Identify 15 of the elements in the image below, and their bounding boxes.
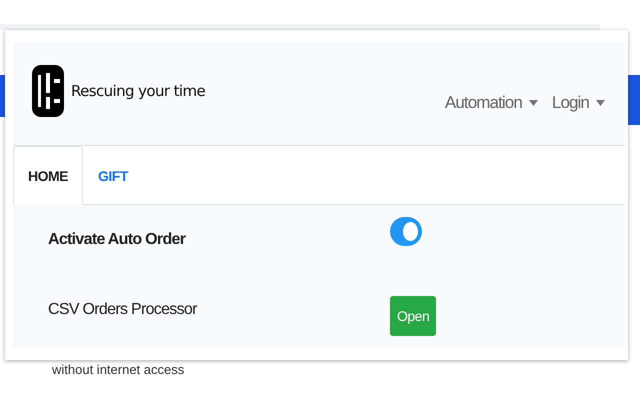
nav-dropdown[interactable]: Automation bbox=[444, 93, 538, 113]
nav-dropdown[interactable]: Login bbox=[552, 93, 605, 113]
caret-icon bbox=[596, 100, 605, 106]
page-banner bbox=[628, 75, 640, 125]
setting-label: Activate Auto Order bbox=[47, 231, 187, 249]
tab[interactable]: GIFT bbox=[83, 146, 143, 205]
caret-icon bbox=[528, 100, 538, 106]
open-button[interactable]: Open bbox=[390, 296, 436, 336]
page-banner bbox=[0, 75, 5, 117]
tab[interactable]: HOME bbox=[13, 146, 83, 205]
toggle-switch[interactable] bbox=[390, 217, 422, 246]
logo-icon bbox=[32, 65, 64, 117]
setting-label: CSV Orders Processor bbox=[47, 301, 198, 319]
page-text: without internet access bbox=[52, 362, 184, 377]
brand-tagline: Rescuing your time bbox=[71, 82, 206, 100]
